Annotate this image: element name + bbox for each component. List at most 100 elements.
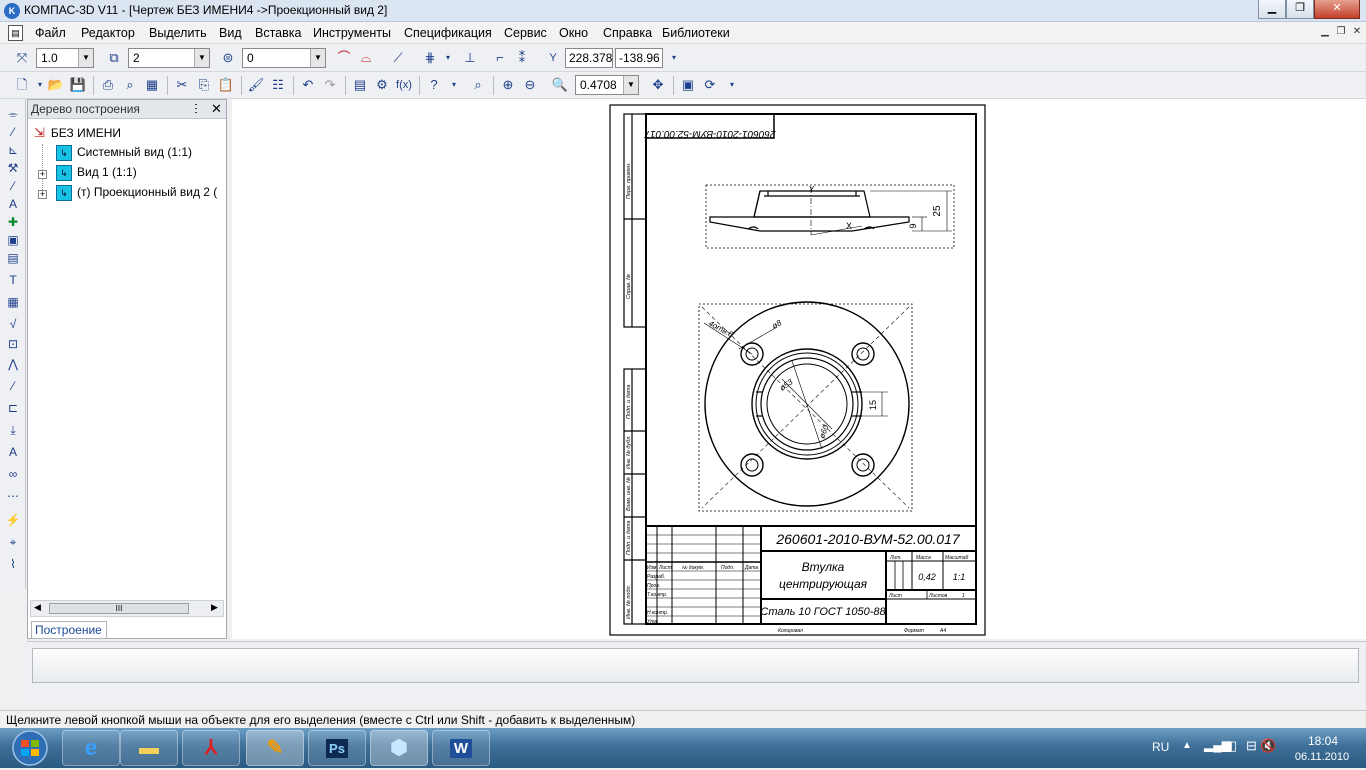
toolbar2-overflow-icon[interactable]: ▾	[722, 75, 742, 95]
curve-icon[interactable]: ⌇	[4, 555, 22, 573]
property-panel[interactable]	[32, 648, 1359, 683]
taskbar-explorer[interactable]: ▬	[120, 730, 178, 766]
style-icon[interactable]: ⊜	[218, 48, 238, 68]
pin-icon[interactable]: ⵗ	[194, 102, 198, 116]
pan-icon[interactable]: ✥	[648, 75, 668, 95]
mdi-minimize-icon[interactable]: ▁	[1318, 26, 1332, 39]
local-cs-icon[interactable]: ⊥	[460, 48, 480, 68]
grid-icon[interactable]: ⋕	[420, 48, 440, 68]
tree-horizontal-scrollbar[interactable]: ◀ III ▶	[30, 600, 224, 617]
rebuild-icon[interactable]: ⟳	[700, 75, 720, 95]
coord-x-field[interactable]: 228.378	[565, 48, 613, 68]
menu-edit[interactable]: Редактор	[81, 26, 135, 40]
mdi-restore-icon[interactable]: ❐	[1334, 26, 1348, 39]
layer-combo[interactable]: 2 ▼	[128, 48, 210, 68]
kompas-app-icon[interactable]: K	[4, 3, 20, 19]
close-button[interactable]: ✕	[1314, 0, 1360, 19]
maximize-button[interactable]: ❐	[1286, 0, 1314, 19]
copy-properties-icon[interactable]: 🖌	[246, 75, 266, 95]
tree-node-view-1[interactable]: ↳ Вид 1 (1:1)	[56, 165, 137, 183]
scroll-left-icon[interactable]: ◀	[34, 602, 41, 613]
paste-icon[interactable]: 📋	[216, 75, 236, 95]
undo-icon[interactable]: ↶	[298, 75, 318, 95]
menu-window[interactable]: Окно	[559, 26, 588, 40]
edit-hammer-icon[interactable]: ⚒	[4, 159, 22, 177]
tree-node-system-view[interactable]: ↳ Системный вид (1:1)	[56, 145, 192, 163]
menu-insert[interactable]: Вставка	[255, 26, 301, 40]
fx-icon[interactable]: f(x)	[394, 75, 414, 95]
minimize-button[interactable]: ▁	[1258, 0, 1286, 19]
snap-magnet-icon[interactable]: ⌒	[334, 48, 354, 68]
print-preview-icon[interactable]: ⌕	[120, 75, 140, 95]
tree-root[interactable]: ⇲ БЕЗ ИМЕНИ	[34, 125, 121, 143]
properties-icon[interactable]: ☷	[268, 75, 288, 95]
tray-expand-icon[interactable]: ▲	[1182, 740, 1192, 751]
param-icon[interactable]: ⁄	[4, 177, 22, 195]
round-icon[interactable]: ⁑	[512, 48, 532, 68]
tolerance-icon[interactable]: ⊏	[4, 399, 22, 417]
clock-time[interactable]: 18:04	[1288, 734, 1358, 748]
network-icon[interactable]: ⊟	[1246, 738, 1257, 754]
dimensions-icon[interactable]: ⊾	[4, 141, 22, 159]
save-icon[interactable]: 💾	[68, 75, 88, 95]
cut-line-icon[interactable]: A	[4, 443, 22, 461]
step-icon[interactable]: ⤧	[12, 48, 32, 68]
spec-icon[interactable]: ▤	[4, 249, 22, 267]
text-icon[interactable]: T	[4, 271, 22, 289]
taskbar-acrobat[interactable]: ⅄	[182, 730, 240, 766]
base-icon[interactable]: ⊡	[4, 335, 22, 353]
refresh-view-icon[interactable]: ▣	[678, 75, 698, 95]
lightning-icon[interactable]: ⚡	[4, 511, 22, 529]
help-dropdown-icon[interactable]: ▾	[444, 75, 464, 95]
cut-icon[interactable]: ✂	[172, 75, 192, 95]
roughness-icon[interactable]: √	[4, 315, 22, 333]
measure-icon[interactable]: ✚	[4, 213, 22, 231]
zoom-combo[interactable]: 0.4708 ▼	[575, 75, 639, 95]
wave-icon[interactable]: ∞	[4, 465, 22, 483]
menu-specification[interactable]: Спецификация	[404, 26, 492, 40]
copy-icon[interactable]: ⎘	[194, 75, 214, 95]
arrow-icon[interactable]: ⤓	[4, 421, 22, 439]
local-snap-icon[interactable]: ⌓	[356, 48, 376, 68]
scroll-thumb[interactable]: III	[49, 603, 189, 614]
signal-icon[interactable]: ▂▄▆	[1204, 738, 1231, 752]
redo-icon[interactable]: ↷	[320, 75, 340, 95]
style-combo[interactable]: 0 ▼	[242, 48, 326, 68]
new-document-icon[interactable]: 🗋	[12, 75, 32, 95]
drawing-canvas[interactable]: Перв. примен. Справ. № Подп. и дата Инв.…	[232, 99, 1366, 639]
menu-tools[interactable]: Инструменты	[313, 26, 391, 40]
taskbar-word[interactable]: W	[432, 730, 490, 766]
point-icon[interactable]: ⁄	[4, 123, 22, 141]
open-folder-icon[interactable]: 📂	[46, 75, 66, 95]
zoom-window-icon[interactable]: ⌕	[468, 75, 488, 95]
grid-dropdown-icon[interactable]: ▾	[438, 48, 458, 68]
menu-select[interactable]: Выделить	[149, 26, 207, 40]
expand-icon[interactable]: +	[38, 170, 47, 179]
scroll-right-icon[interactable]: ▶	[211, 602, 218, 613]
tree-close-icon[interactable]: ✕	[211, 101, 222, 117]
document-icon[interactable]: ▤	[8, 25, 23, 41]
taskbar-kompas3d[interactable]: ⬢	[370, 730, 428, 766]
manager-docs-icon[interactable]: ▤	[350, 75, 370, 95]
zoom-out-icon[interactable]: ⊖	[520, 75, 540, 95]
taskbar-ie[interactable]: e	[62, 730, 120, 766]
preview-icon[interactable]: ▦	[142, 75, 162, 95]
language-indicator[interactable]: RU	[1152, 740, 1169, 754]
device-icon[interactable]: ▯	[1230, 738, 1237, 754]
position-icon[interactable]: ⁄	[4, 377, 22, 395]
tab-build[interactable]: Построение	[31, 621, 107, 639]
zoom-icon[interactable]: 🔍	[550, 75, 570, 95]
coord-y-field[interactable]: -138.96	[615, 48, 663, 68]
clock-date[interactable]: 06.11.2010	[1284, 751, 1360, 763]
taskbar-kompas[interactable]: ✎	[246, 730, 304, 766]
menu-view[interactable]: Вид	[219, 26, 242, 40]
help-pointer-icon[interactable]: ?	[424, 75, 444, 95]
menu-file[interactable]: Файл	[35, 26, 66, 40]
expand-icon[interactable]: +	[38, 190, 47, 199]
toolbar-overflow-icon[interactable]: ▾	[664, 48, 684, 68]
leader-icon[interactable]: ⋀	[4, 355, 22, 373]
line-scale-combo[interactable]: 1.0 ▼	[36, 48, 94, 68]
menu-service[interactable]: Сервис	[504, 26, 547, 40]
print-icon[interactable]: ⎙	[98, 75, 118, 95]
tree-node-projection-view-2[interactable]: ↳ (т) Проекционный вид 2 (	[56, 185, 217, 203]
